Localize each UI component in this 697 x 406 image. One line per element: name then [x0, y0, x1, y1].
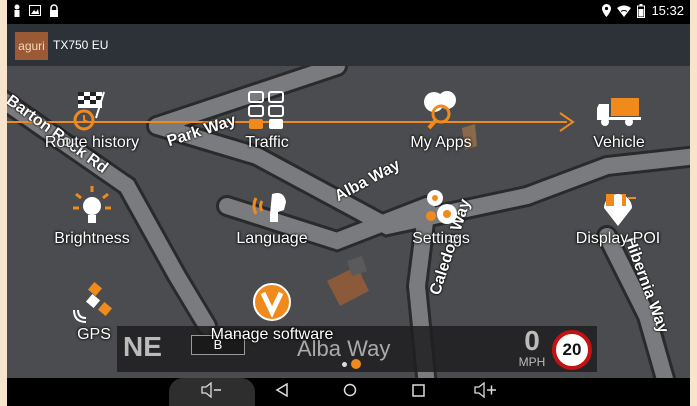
system-nav-bar	[7, 378, 690, 406]
menu-item-label: Traffic	[245, 134, 289, 151]
battery-icon	[637, 3, 646, 18]
software-icon	[248, 278, 296, 326]
speed-limit-sign: 20	[552, 330, 592, 370]
lock-icon	[50, 4, 58, 17]
my-apps-icon	[417, 86, 465, 134]
menu-item-language[interactable]: Language	[217, 182, 327, 248]
menu-item-display-poi[interactable]: Display POI	[557, 182, 679, 248]
menu-item-label: GPS	[77, 326, 111, 343]
speed-display: 0 MPH	[512, 325, 552, 370]
speed-unit: MPH	[518, 355, 546, 369]
location-icon	[602, 4, 612, 17]
aguri-logo: aguri	[15, 32, 48, 60]
menu-item-vehicle[interactable]: Vehicle	[567, 86, 671, 152]
menu-item-label: Settings	[412, 230, 470, 247]
page-dot-2[interactable]	[351, 359, 361, 369]
satellite-icon	[70, 278, 118, 326]
page-dot-1[interactable]	[342, 362, 347, 367]
menu-item-label: Display POI	[575, 230, 661, 247]
menu-item-my-apps[interactable]: My Apps	[389, 86, 493, 152]
menu-item-route-history[interactable]: Route history	[35, 86, 149, 152]
brightness-icon	[68, 182, 116, 230]
image-icon	[29, 5, 41, 16]
menu-item-manage-software[interactable]: Manage software	[202, 278, 342, 344]
home-icon[interactable]	[337, 382, 363, 402]
menu-item-label: Vehicle	[593, 134, 645, 151]
traffic-icon	[243, 86, 291, 134]
menu-item-label: Language	[236, 230, 308, 247]
menu-item-brightness[interactable]: Brightness	[39, 182, 145, 248]
menu-item-traffic[interactable]: Traffic	[217, 86, 317, 152]
language-icon	[248, 182, 296, 230]
menu-item-label: Route history	[44, 134, 140, 151]
volume-up-icon[interactable]	[473, 381, 499, 402]
app-header	[7, 24, 690, 66]
back-icon[interactable]	[269, 382, 295, 402]
truck-icon	[595, 86, 643, 134]
volume-down-icon[interactable]	[199, 381, 225, 402]
wifi-icon	[617, 5, 632, 17]
person-icon	[14, 4, 20, 17]
menu-item-settings[interactable]: Settings	[391, 182, 491, 248]
menu-item-gps[interactable]: GPS	[59, 278, 129, 344]
status-bar: 15:32	[7, 0, 690, 24]
menu-item-label: My Apps	[410, 134, 472, 151]
poi-icon	[594, 182, 642, 230]
recents-icon[interactable]	[405, 382, 431, 402]
speed-value: 0	[524, 325, 540, 356]
app-window: 15:32 aguri TX750 EU Barton Rock Rd Park…	[7, 0, 690, 406]
device-name: TX750 EU	[53, 38, 109, 52]
route-history-icon	[68, 86, 116, 134]
menu-item-label: Manage software	[210, 326, 334, 343]
menu-item-label: Brightness	[54, 230, 130, 247]
clock: 15:32	[651, 3, 684, 18]
settings-icon	[417, 182, 465, 230]
